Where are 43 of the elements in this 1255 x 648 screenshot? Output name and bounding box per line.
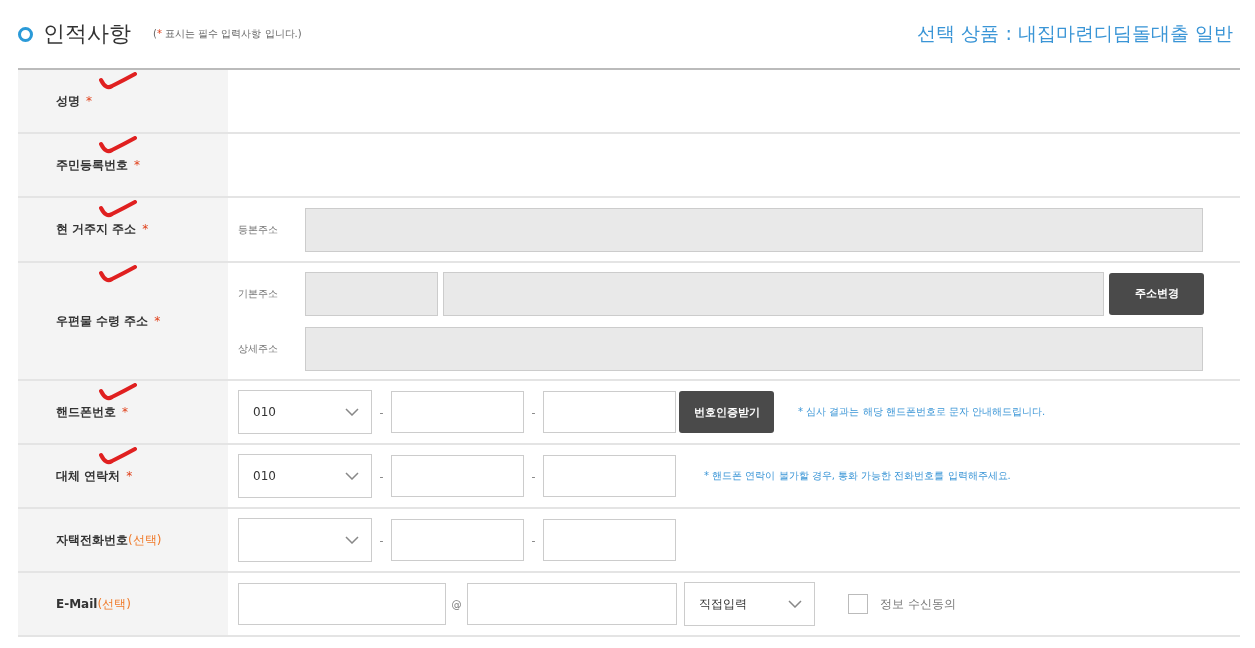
field-label: 자택전화번호(선택) (56, 531, 162, 549)
prefix-select[interactable] (238, 518, 372, 562)
phone-field[interactable] (543, 391, 676, 433)
phone-field[interactable] (391, 519, 524, 561)
hyphen: - (378, 405, 385, 419)
at-sign: @ (450, 598, 463, 610)
verify-number-button[interactable]: 번호인증받기 (679, 391, 774, 433)
chevron-down-icon (345, 408, 359, 416)
help-text: * 핸드폰 연락이 불가할 경우, 통화 가능한 전화번호를 입력해주세요. (704, 469, 1011, 483)
email-domain-field[interactable] (467, 583, 677, 625)
prefix-select[interactable]: 010 (238, 454, 372, 498)
selected-product: 선택 상품 : 내집마련디딤돌대출 일반 (917, 21, 1233, 46)
help-text: * 심사 결과는 해당 핸드폰번호로 문자 안내해드립니다. (798, 405, 1046, 419)
hyphen: - (530, 469, 537, 483)
required-note: (* 표시는 필수 입력사항 입니다.) (153, 27, 302, 41)
phone-field[interactable] (543, 455, 676, 497)
address-label: 기본주소 (238, 286, 279, 301)
phone-field[interactable] (543, 519, 676, 561)
section-title: 인적사항 (43, 20, 131, 48)
address-label: 등본주소 (238, 222, 279, 237)
field-label: 현 거주지 주소 * (56, 221, 149, 238)
field-label: 우편물 수령 주소 * (56, 312, 161, 330)
hyphen: - (530, 533, 537, 547)
phone-field[interactable] (391, 455, 524, 497)
domain-select[interactable]: 직접입력 (684, 582, 815, 626)
prefix-select[interactable]: 010 (238, 390, 372, 434)
hyphen: - (378, 533, 385, 547)
consent-checkbox[interactable] (848, 594, 868, 614)
checkbox-label: 정보 수신동의 (880, 595, 956, 613)
hyphen: - (378, 469, 385, 483)
address-label: 상세주소 (238, 341, 279, 356)
field-label: E-Mail(선택) (56, 595, 131, 613)
field-label: 핸드폰번호 * (56, 403, 128, 421)
field-label: 대체 연락처 * (56, 467, 133, 485)
chevron-down-icon (345, 536, 359, 544)
field-label: 성명 * (56, 92, 92, 110)
field-label: 주민등록번호 * (56, 156, 140, 174)
hyphen: - (530, 405, 537, 419)
circle-bullet-icon (18, 26, 33, 42)
phone-field[interactable] (391, 391, 524, 433)
chevron-down-icon (345, 472, 359, 480)
email-id-field[interactable] (238, 583, 446, 625)
chevron-down-icon (788, 600, 802, 608)
